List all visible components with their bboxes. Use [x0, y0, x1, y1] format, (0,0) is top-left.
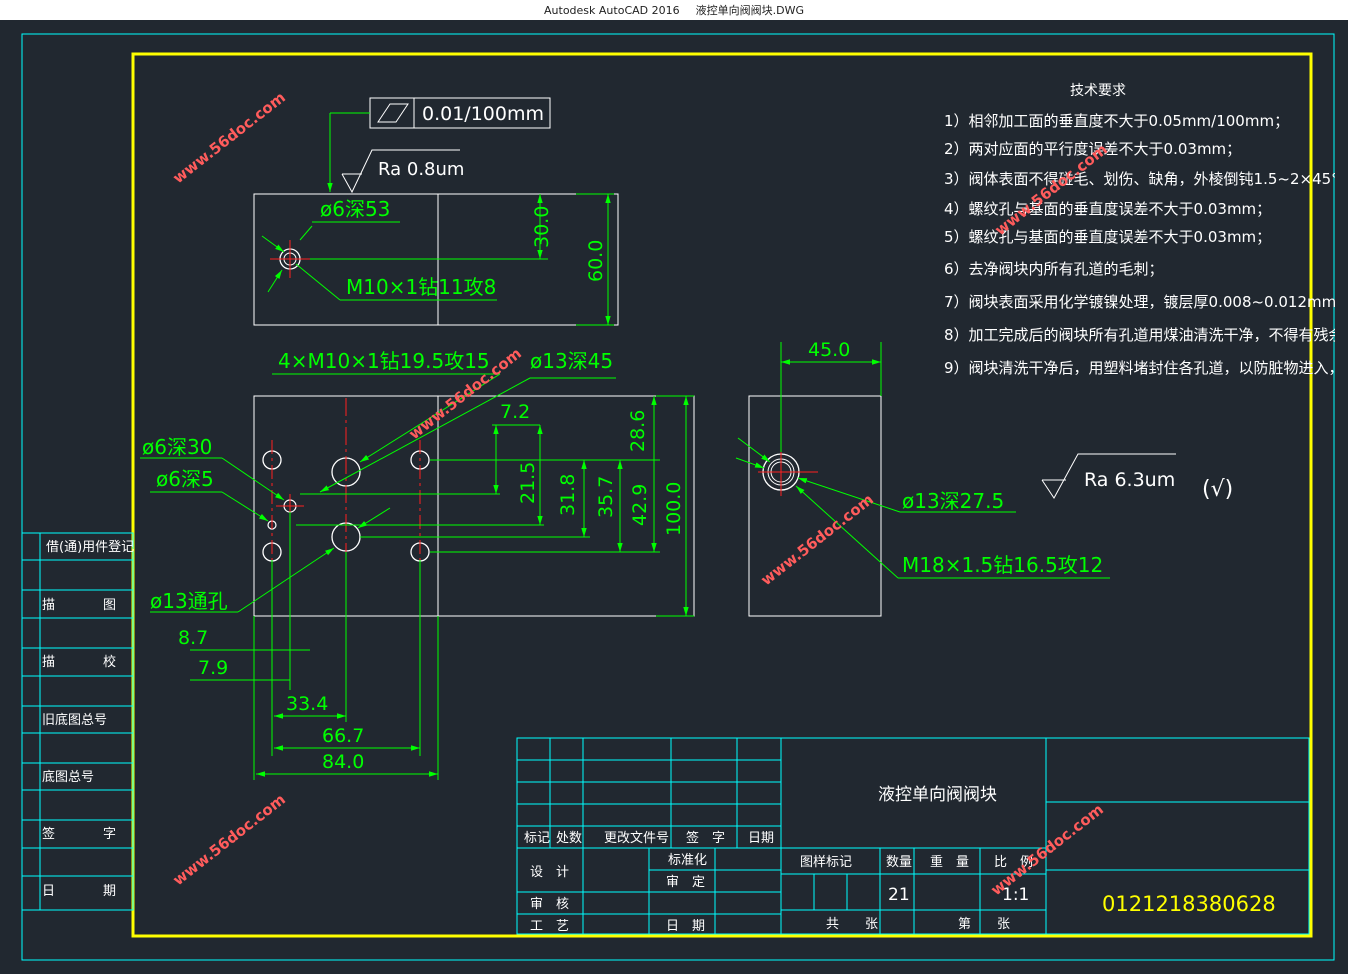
tech-req-item: 9）阀块清洗干净后，用塑料堵封住各孔道，以防脏物进入，同时放置在清洁干燥的环境中… — [944, 359, 1348, 377]
left-table-row-7: 日 期 — [42, 884, 116, 899]
dim-30: 30.0 — [531, 206, 553, 248]
tech-req-item: 7）阀块表面采用化学镀镍处理，镀层厚0.008~0.012mm； — [944, 293, 1348, 311]
tb-date: 日 期 — [666, 919, 705, 934]
tech-req-item: 5）螺纹孔与基面的垂直度误差不大于0.03mm； — [944, 228, 1271, 246]
tb-total-sheets: 共 张 — [826, 917, 878, 932]
tb-header-mark: 标记 — [524, 831, 550, 846]
roughness-right: Ra 6.3um — [1084, 469, 1175, 491]
tb-stage-mark: 图样标记 — [800, 855, 852, 870]
thread18-label: M18×1.5钻16.5攻12 — [902, 553, 1103, 577]
left-table-row-5: 底图总号 — [42, 769, 94, 785]
dim-31-8: 31.8 — [557, 474, 579, 516]
tech-req-item: 6）去净阀块内所有孔道的毛刺； — [944, 260, 1164, 278]
dim-7-9: 7.9 — [198, 657, 228, 679]
tb-review: 审 核 — [530, 897, 569, 912]
tolerance-value: 0.01/100mm — [422, 103, 544, 125]
dim-21-5: 21.5 — [517, 462, 539, 504]
left-table-row-6: 签 字 — [42, 826, 116, 842]
app-name: Autodesk AutoCAD 2016 — [544, 3, 680, 17]
top-hole-label: ø6深53 — [320, 197, 390, 221]
right-margin-mask — [1335, 20, 1348, 974]
tb-standardize: 标准化 — [668, 853, 707, 868]
tb-header-count: 处数 — [556, 831, 582, 846]
hole13-thru-label: ø13通孔 — [150, 589, 228, 613]
dim-45: 45.0 — [808, 339, 850, 361]
drawing-code: 0121218380628 — [1102, 892, 1276, 916]
tech-req-title: 技术要求 — [1070, 83, 1126, 99]
dim-7-2: 7.2 — [500, 401, 530, 423]
hole13-27-label: ø13深27.5 — [902, 489, 1004, 513]
watermark-6: www.56doc.com — [987, 800, 1107, 899]
hole13-45-label: ø13深45 — [530, 349, 613, 373]
tb-design: 设 计 — [530, 865, 569, 880]
tb-sheet-no: 第 张 — [958, 917, 1010, 932]
roughness-rest: (√) — [1202, 477, 1233, 502]
roughness-top: Ra 0.8um — [378, 159, 464, 180]
left-table-row-1: 借(通)用件登记 — [46, 540, 134, 555]
left-table-row-4: 旧底图总号 — [42, 712, 107, 728]
file-name: 液控单向阀阀块.DWG — [695, 4, 804, 17]
left-table-row-2: 描 图 — [42, 598, 116, 613]
drawing-canvas[interactable]: 借(通)用件登记 描 图 描 校 旧底图总号 底图总号 签 字 日 期 0.01… — [0, 20, 1348, 974]
dim-100: 100.0 — [663, 482, 685, 536]
dim-33-4: 33.4 — [286, 693, 328, 715]
dim-84: 84.0 — [322, 751, 364, 773]
tb-process: 工 艺 — [530, 919, 569, 934]
dim-28-6: 28.6 — [627, 410, 649, 452]
watermark-1: www.56doc.com — [169, 88, 289, 187]
tb-header-date: 日期 — [748, 831, 774, 846]
tb-quantity-value: 21 — [888, 885, 910, 905]
tech-req-item: 8）加工完成后的阀块所有孔道用煤油清洗干净，不得有残余的铁屑及其它杂质； — [944, 326, 1348, 344]
thread4-label: 4×M10×1钻19.5攻15 — [278, 349, 490, 373]
tech-req-list: 1）相邻加工面的垂直度不大于0.05mm/100mm； 2）两对应面的平行度误差… — [944, 112, 1348, 377]
tech-req-item: 1）相邻加工面的垂直度不大于0.05mm/100mm； — [944, 112, 1289, 130]
watermark-5: www.56doc.com — [169, 790, 289, 889]
left-table-row-3: 描 校 — [42, 654, 116, 670]
tech-req-item: 4）螺纹孔与基面的垂直度误差不大于0.03mm； — [944, 200, 1271, 218]
tb-weight: 重 量 — [930, 854, 969, 870]
tb-quantity: 数量 — [886, 855, 912, 870]
tb-header-file: 更改文件号 — [604, 831, 669, 846]
part-name: 液控单向阀阀块 — [878, 785, 997, 805]
tech-req-item: 3）阀体表面不得碰毛、划伤、缺角，外棱倒钝1.5~2×45°，去净毛刺，手感光滑… — [944, 170, 1348, 188]
dim-66-7: 66.7 — [322, 725, 364, 747]
dim-42-9: 42.9 — [629, 484, 651, 526]
dim-35-7: 35.7 — [595, 476, 617, 518]
dim-8-7: 8.7 — [178, 627, 208, 649]
dim-60: 60.0 — [585, 240, 607, 282]
tb-header-sign: 签 字 — [686, 830, 725, 846]
window-titlebar: Autodesk AutoCAD 2016 液控单向阀阀块.DWG — [0, 0, 1348, 20]
top-thread-label: M10×1钻11攻8 — [346, 275, 496, 299]
hole6-30-label: ø6深30 — [142, 435, 212, 459]
hole6-5-label: ø6深5 — [156, 467, 214, 491]
tb-approve: 审 定 — [666, 875, 705, 890]
